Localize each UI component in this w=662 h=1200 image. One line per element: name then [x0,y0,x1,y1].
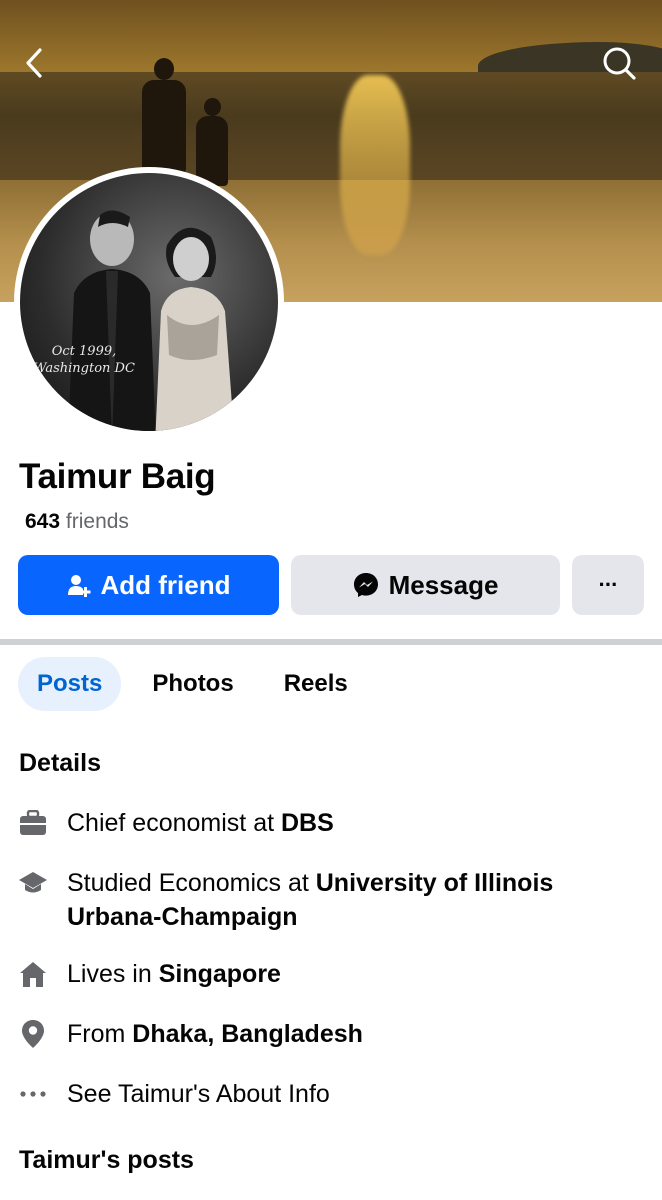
detail-education-text: Studied Economics at University of Illin… [67,866,648,934]
more-dots-icon: ··· [598,572,619,597]
friends-label: friends [65,510,129,533]
add-person-icon [67,573,91,597]
avatar-woman-figure [155,227,234,431]
work-prefix: Chief economist at [67,809,281,837]
lives-prefix: Lives in [67,960,159,988]
profile-name: Taimur Baig [19,457,216,496]
cover-sun-reflection [340,75,410,255]
avatar-caption-line1: Oct 1999, [51,344,117,359]
add-friend-button[interactable]: Add friend [18,555,279,615]
back-button[interactable] [12,40,58,86]
ellipsis-icon [18,1077,48,1111]
friends-count-link[interactable]: 643 friends [25,510,129,534]
work-value[interactable]: DBS [281,809,334,837]
lives-value[interactable]: Singapore [159,960,281,988]
messenger-icon [353,572,379,598]
see-about-info-label: See Taimur's About Info [67,1080,330,1108]
cover-child-silhouette [192,98,232,186]
posts-heading: Taimur's posts [19,1146,194,1174]
details-heading: Details [19,749,101,777]
avatar-photo: Oct 1999, Washington DC [20,173,278,431]
from-value[interactable]: Dhaka, Bangladesh [132,1020,363,1048]
profile-avatar[interactable]: Oct 1999, Washington DC [14,167,284,437]
location-pin-icon [18,1017,48,1051]
education-prefix: Studied Economics at [67,869,316,897]
message-label: Message [388,569,499,600]
detail-lives: Lives in Singapore [18,957,648,991]
detail-work: Chief economist at DBS [18,806,648,840]
graduation-cap-icon [18,866,48,900]
tab-posts[interactable]: Posts [18,657,122,711]
tab-photos[interactable]: Photos [133,657,252,711]
detail-from-text: From Dhaka, Bangladesh [67,1017,363,1051]
detail-work-text: Chief economist at DBS [67,806,334,840]
message-button[interactable]: Message [291,555,560,615]
avatar-caption-line2: Washington DC [33,361,135,376]
add-friend-label: Add friend [100,569,231,600]
chevron-left-icon [26,48,42,78]
profile-tabs: Posts Photos Reels [18,657,367,711]
avatar-photo-caption: Oct 1999, Washington DC [24,343,144,377]
friends-count: 643 [25,510,61,533]
section-divider [0,639,662,645]
detail-from: From Dhaka, Bangladesh [18,1017,648,1051]
cover-adult-silhouette [138,58,190,173]
briefcase-icon [18,806,48,840]
from-prefix: From [67,1020,133,1048]
home-icon [18,957,48,991]
detail-lives-text: Lives in Singapore [67,957,281,991]
see-about-info-link[interactable]: See Taimur's About Info [18,1077,648,1111]
tab-reels[interactable]: Reels [265,657,367,711]
more-options-button[interactable]: ··· [572,555,644,615]
detail-education: Studied Economics at University of Illin… [18,866,648,934]
search-button[interactable] [596,40,642,86]
cover-sea [0,72,662,182]
search-icon [603,47,636,80]
